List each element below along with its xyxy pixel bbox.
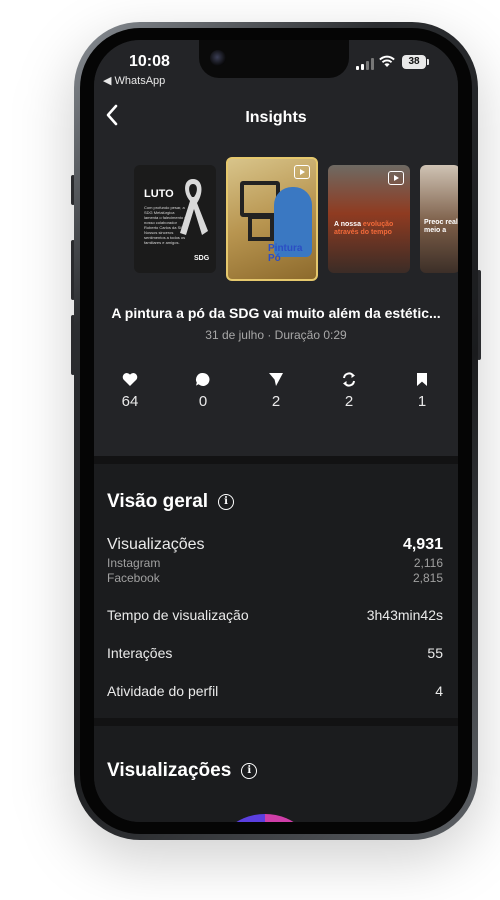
views-section: Visualizações i [94, 726, 458, 822]
status-time: 10:08 [129, 53, 170, 70]
heart-icon [122, 373, 138, 386]
thumbnail-caption: Pintura Pó [268, 243, 303, 264]
views-section-title: Visualizações [107, 760, 232, 781]
back-to-app-link[interactable]: ◀ WhatsApp [103, 74, 165, 87]
sdg-logo: SDG [194, 255, 210, 262]
send-icon [269, 373, 283, 386]
post-header-section: LUTO Com profundo pesar, a SDG Metalúrgi… [94, 140, 458, 456]
facebook-value: 2,815 [412, 571, 443, 585]
engagement-stats: 64 0 2 2 1 [108, 372, 444, 410]
overview-section: Visão geral i Visualizações 4,931 Instag… [94, 464, 458, 718]
thumbnail-preoc[interactable]: Preoc real co meio a [420, 165, 458, 273]
views-label: Visualizações [107, 536, 205, 553]
page-title: Insights [245, 109, 307, 126]
front-camera [210, 50, 226, 66]
stat-shares: 2 [254, 372, 298, 410]
thumbnail-title: LUTO [144, 188, 174, 200]
facebook-row: Facebook 2,815 [107, 571, 443, 585]
signal-icon [356, 58, 374, 70]
metal-frame-lower [248, 215, 274, 241]
stat-value: 64 [121, 393, 139, 410]
section-divider [94, 718, 458, 726]
stat-value: 2 [344, 393, 354, 410]
phone-frame: 10:08 ◀ WhatsApp 38 Insights LUTO Com pr… [74, 22, 478, 840]
views-donut-chart [210, 814, 320, 822]
bookmark-icon [417, 373, 427, 386]
comment-icon [196, 372, 210, 386]
post-meta: 31 de julho · Duração 0:29 [205, 328, 347, 342]
profile-activity-row[interactable]: Atividade do perfil 4 [107, 683, 443, 699]
views-row: Visualizações 4,931 [107, 536, 443, 554]
wifi-icon [379, 55, 395, 67]
profile-activity-label: Atividade do perfil [107, 683, 219, 699]
reel-icon [388, 171, 404, 185]
nav-bar: Insights [94, 94, 458, 140]
interactions-value: 55 [427, 645, 443, 661]
status-bar: 10:08 ◀ WhatsApp 38 [94, 40, 458, 94]
stat-likes: 64 [108, 372, 152, 410]
thumbnail-caption: Preoc real co meio a [424, 219, 458, 234]
instagram-value: 2,116 [413, 556, 443, 570]
interactions-row[interactable]: Interações 55 [107, 645, 443, 661]
info-icon[interactable]: i [241, 763, 258, 779]
stat-value: 0 [198, 393, 208, 410]
views-value: 4,931 [402, 536, 443, 553]
thumbnail-evolucao[interactable]: A nossa evolução através do tempo [328, 165, 410, 273]
profile-activity-value: 4 [435, 683, 443, 699]
reel-icon [294, 165, 310, 179]
interactions-label: Interações [107, 645, 173, 661]
instagram-row: Instagram 2,116 [107, 556, 443, 570]
facebook-label: Facebook [107, 571, 160, 585]
repost-icon [343, 372, 355, 387]
caption-start: A nossa [334, 221, 363, 228]
thumbnail-body: Com profundo pesar, a SDG Metalúrgica la… [144, 205, 189, 245]
screen: 10:08 ◀ WhatsApp 38 Insights LUTO Com pr… [94, 40, 458, 822]
overview-title: Visão geral [107, 491, 209, 512]
thumbnail-pintura-po-selected[interactable]: Pintura Pó [226, 157, 318, 281]
thumbnail-luto[interactable]: LUTO Com profundo pesar, a SDG Metalúrgi… [134, 165, 216, 273]
stat-value: 2 [271, 393, 281, 410]
stat-comments: 0 [181, 372, 225, 410]
battery-indicator: 38 [402, 55, 429, 69]
stat-saves: 1 [400, 372, 444, 410]
overview-heading: Visão geral i [107, 491, 235, 513]
phone-bezel: 10:08 ◀ WhatsApp 38 Insights LUTO Com pr… [80, 28, 472, 834]
instagram-label: Instagram [107, 556, 161, 570]
watch-time-row[interactable]: Tempo de visualização 3h43min42s [107, 607, 443, 623]
stat-reposts: 2 [327, 372, 371, 410]
watch-time-label: Tempo de visualização [107, 607, 249, 623]
thumbnail-caption: A nossa evolução através do tempo [334, 221, 396, 237]
views-heading: Visualizações i [107, 760, 258, 782]
section-divider [94, 456, 458, 464]
post-title: A pintura a pó da SDG vai muito além da … [111, 305, 441, 321]
watch-time-value: 3h43min42s [366, 607, 443, 623]
info-icon[interactable]: i [218, 494, 235, 510]
stat-value: 1 [417, 393, 427, 410]
